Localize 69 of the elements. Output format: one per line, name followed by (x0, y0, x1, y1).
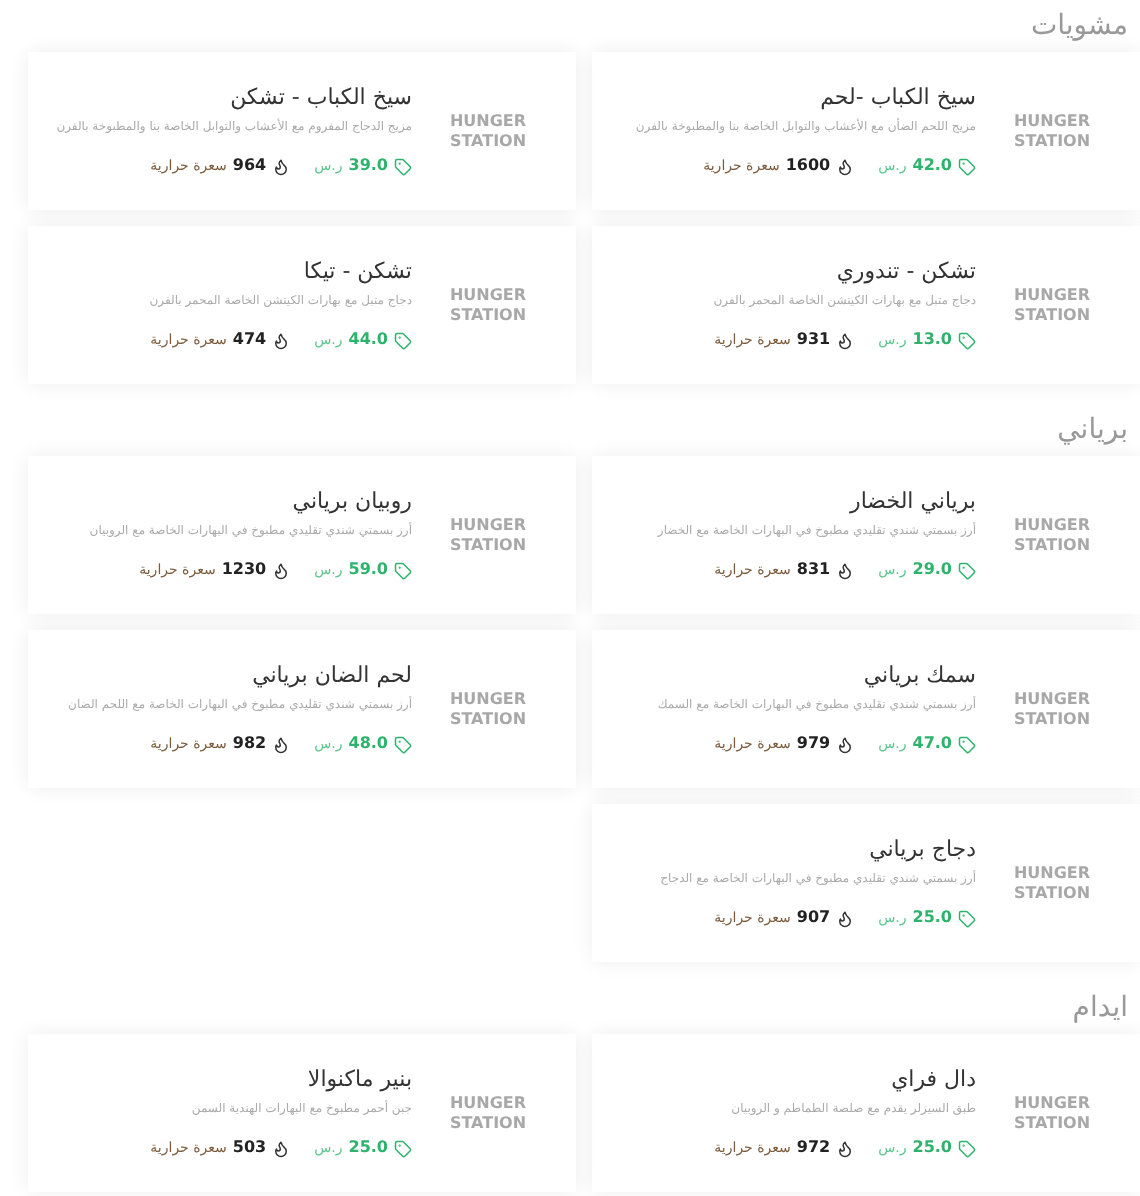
logo-placeholder: HUNGER STATION (1011, 689, 1093, 729)
flame-icon (272, 1139, 291, 1157)
tag-icon (394, 157, 412, 175)
calories: 907 (796, 906, 831, 930)
logo-placeholder: HUNGER STATION (1011, 863, 1093, 903)
logo-placeholder: HUNGER STATION (1011, 111, 1093, 151)
price: 48.0 (348, 732, 388, 756)
flame-icon (836, 735, 855, 753)
flame-icon (272, 157, 291, 175)
item-title: سيخ الكباب -لحم (820, 84, 976, 110)
logo-placeholder: HUNGER STATION (447, 689, 529, 729)
flame-icon (836, 909, 855, 927)
price: 29.0 (912, 558, 952, 582)
tag-icon (958, 157, 976, 175)
calories: 1230 (221, 558, 267, 582)
logo-placeholder: HUNGER STATION (447, 285, 529, 325)
calories: 1600 (785, 154, 831, 178)
price: 25.0 (912, 906, 952, 930)
flame-icon (836, 157, 855, 175)
logo-placeholder: HUNGER STATION (447, 515, 529, 555)
calories: 982 (232, 732, 267, 756)
logo-placeholder: HUNGER STATION (447, 111, 529, 151)
item-title: سمك برياني (863, 662, 976, 688)
logo-placeholder: HUNGER STATION (1011, 515, 1093, 555)
tag-icon (394, 331, 412, 349)
item-title: سيخ الكباب - تشكن (230, 84, 412, 110)
section-title: برياني (1057, 412, 1128, 448)
tag-icon (394, 735, 412, 753)
flame-icon (836, 1139, 855, 1157)
price: 25.0 (912, 1136, 952, 1160)
item-title: روبيان برياني (292, 488, 412, 514)
flame-icon (836, 561, 855, 579)
item-title: دال فراي (891, 1066, 976, 1092)
section-title: ايدام (1072, 990, 1128, 1026)
calories: 831 (796, 558, 831, 582)
calories: 964 (232, 154, 267, 178)
tag-icon (394, 561, 412, 579)
price: 47.0 (912, 732, 952, 756)
item-title: بنير ماكنوالا (307, 1066, 412, 1092)
item-title: برياني الخضار (850, 488, 976, 514)
calories: 972 (796, 1136, 831, 1160)
price: 39.0 (348, 154, 388, 178)
price: 25.0 (348, 1136, 388, 1160)
tag-icon (958, 331, 976, 349)
item-title: تشكن - تندوري (836, 258, 976, 284)
flame-icon (272, 561, 291, 579)
calories: 503 (232, 1136, 267, 1160)
tag-icon (958, 735, 976, 753)
tag-icon (958, 561, 976, 579)
tag-icon (958, 909, 976, 927)
flame-icon (836, 331, 855, 349)
logo-placeholder: HUNGER STATION (1011, 1093, 1093, 1133)
section-title: مشويات (1030, 8, 1128, 44)
tag-icon (394, 1139, 412, 1157)
calories: 474 (232, 328, 267, 352)
price: 59.0 (348, 558, 388, 582)
item-title: تشكن - تيكا (303, 258, 412, 284)
price: 44.0 (348, 328, 388, 352)
item-title: دجاج برياني (869, 836, 976, 862)
price: 42.0 (912, 154, 952, 178)
price: 13.0 (912, 328, 952, 352)
flame-icon (272, 735, 291, 753)
tag-icon (958, 1139, 976, 1157)
logo-placeholder: HUNGER STATION (1011, 285, 1093, 325)
flame-icon (272, 331, 291, 349)
calories: 931 (796, 328, 831, 352)
calories: 979 (796, 732, 831, 756)
logo-placeholder: HUNGER STATION (447, 1093, 529, 1133)
item-title: لحم الضان برياني (252, 662, 412, 688)
